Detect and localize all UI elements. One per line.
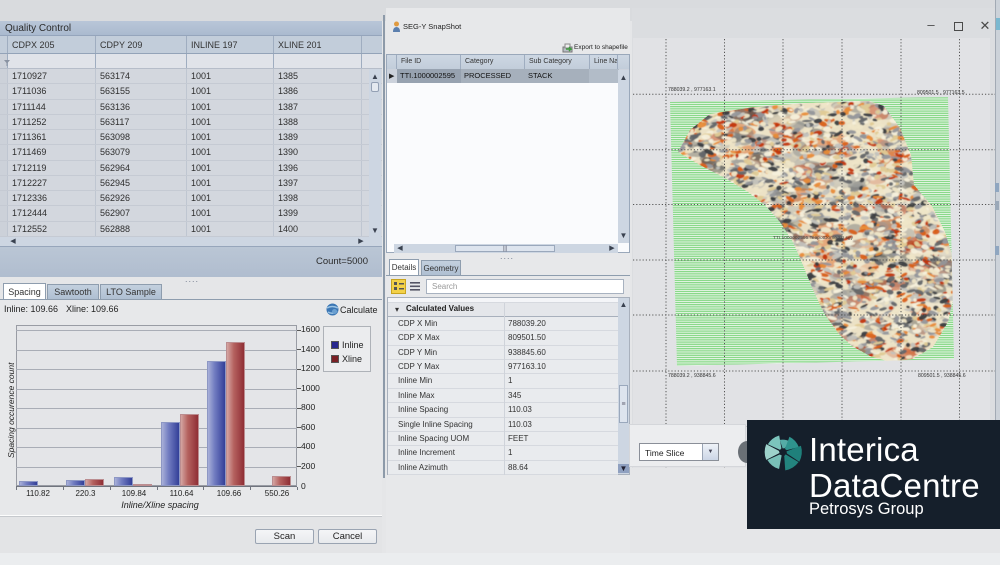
svg-text:809501.5 , 938845.6: 809501.5 , 938845.6 — [918, 373, 966, 379]
svg-text:788039.2 , 977163.1: 788039.2 , 977163.1 — [668, 87, 716, 93]
svg-text:809501.5 , 977163.5: 809501.5 , 977163.5 — [917, 90, 965, 96]
svg-text:TTI.1000002595.TeapotDome.3D.s: TTI.1000002595.TeapotDome.3D.sgy — [773, 235, 854, 241]
svg-text:788039.2 , 938845.6: 788039.2 , 938845.6 — [668, 373, 716, 379]
